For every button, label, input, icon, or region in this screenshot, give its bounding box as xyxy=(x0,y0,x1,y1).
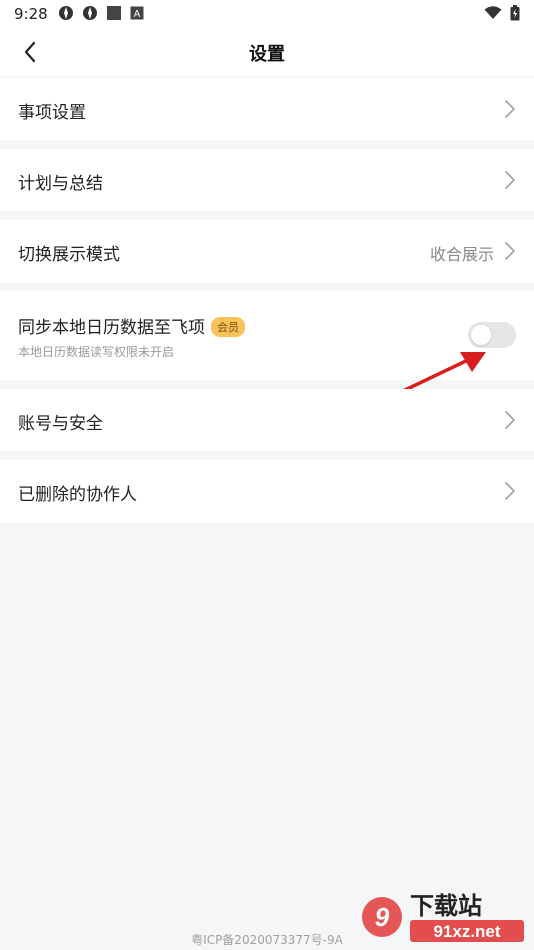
status-bar: 9:28 A xyxy=(0,0,534,28)
watermark-site-text: 91xz.net xyxy=(433,922,500,941)
row-label: 已删除的协作人 xyxy=(18,485,137,505)
settings-row-item-settings[interactable]: 事项设置 xyxy=(0,78,534,140)
settings-row-account-security[interactable]: 账号与安全 xyxy=(0,389,534,451)
square-icon xyxy=(107,6,121,20)
svg-text:A: A xyxy=(134,9,141,20)
row-label-text: 同步本地日历数据至飞项 xyxy=(18,318,205,338)
status-time: 9:28 xyxy=(14,5,48,23)
battery-icon xyxy=(510,5,520,21)
row-value: 收合展示 xyxy=(429,245,494,264)
row-label: 同步本地日历数据至飞项 会员 xyxy=(18,313,245,338)
chevron-right-icon xyxy=(505,171,515,189)
settings-row-plan-summary[interactable]: 计划与总结 xyxy=(0,149,534,211)
watermark-logo: 9 下载站 91xz.net xyxy=(362,892,524,942)
a-box-icon: A xyxy=(130,6,144,20)
watermark-emblem-icon: 9 xyxy=(362,897,402,937)
row-label: 事项设置 xyxy=(18,103,86,123)
settings-row-deleted-collaborators[interactable]: 已删除的协作人 xyxy=(0,460,534,522)
app-icon xyxy=(59,6,73,20)
status-icons-left: A xyxy=(58,5,144,21)
watermark-logo-text: 下载站 xyxy=(410,892,482,920)
status-icons-right xyxy=(484,5,520,21)
row-subtitle: 本地日历数据读写权限未开启 xyxy=(18,345,175,359)
row-label: 切换展示模式 xyxy=(18,245,120,265)
wifi-icon xyxy=(484,6,502,19)
nav-bar: 设置 xyxy=(0,28,534,76)
chevron-right-icon xyxy=(505,411,515,429)
chevron-right-icon xyxy=(505,242,515,260)
svg-text:9: 9 xyxy=(375,902,390,932)
row-label: 计划与总结 xyxy=(18,174,103,194)
chevron-right-icon xyxy=(505,100,515,118)
app-icon xyxy=(83,6,97,20)
vip-badge: 会员 xyxy=(211,317,245,337)
page-title: 设置 xyxy=(249,44,285,65)
row-label: 账号与安全 xyxy=(18,414,103,434)
settings-row-display-mode[interactable]: 切换展示模式 收合展示 xyxy=(0,220,534,282)
chevron-right-icon xyxy=(505,482,515,500)
